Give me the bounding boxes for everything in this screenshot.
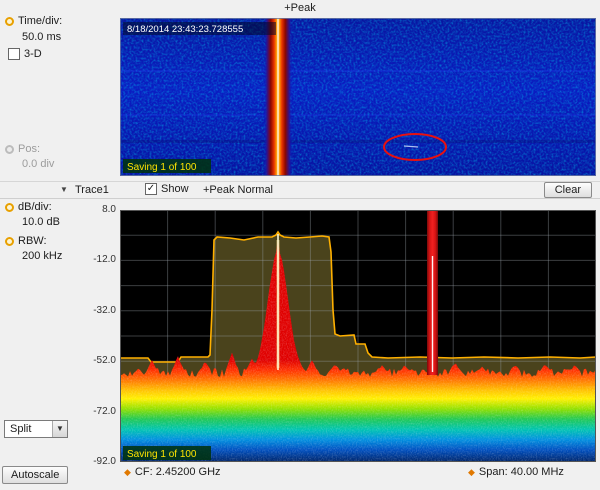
checkmark-icon: ✓ <box>147 183 155 194</box>
rbw-row: RBW: <box>5 235 47 247</box>
spectrogram-timestamp: 8/18/2014 23:43:23.728555 <box>127 24 243 35</box>
spectrum-saving-status: Saving 1 of 100 <box>127 449 197 460</box>
view-select-value: Split <box>5 423 31 435</box>
db-div-row: dB/div: <box>5 201 52 213</box>
time-div-label: Time/div: <box>18 15 62 27</box>
three-d-label: 3-D <box>24 48 42 60</box>
pos-row: Pos: <box>5 143 40 155</box>
pos-indicator-icon <box>5 145 14 154</box>
rbw-value[interactable]: 200 kHz <box>22 250 62 262</box>
autoscale-button[interactable]: Autoscale <box>2 466 68 484</box>
span-marker-icon: ◆ <box>468 467 475 478</box>
spectrogram-display[interactable]: 8/18/2014 23:43:23.728555 Saving 1 of 10… <box>120 18 596 176</box>
show-row[interactable]: ✓ Show <box>145 183 189 195</box>
show-label: Show <box>161 183 189 195</box>
three-d-checkbox[interactable] <box>8 48 20 60</box>
view-select[interactable]: Split ▼ <box>4 420 68 438</box>
clear-button[interactable]: Clear <box>544 182 592 198</box>
spectrogram-detection-label: +Peak <box>0 2 600 14</box>
spectrogram-saving-status: Saving 1 of 100 <box>127 162 197 173</box>
spectrogram-canvas: 8/18/2014 23:43:23.728555 Saving 1 of 10… <box>120 18 596 176</box>
y-tick-5: -92.0 <box>70 456 116 467</box>
trace-detection-label: +Peak Normal <box>203 184 273 196</box>
dropdown-arrow-icon: ▼ <box>52 421 67 437</box>
time-div-value[interactable]: 50.0 ms <box>22 31 61 43</box>
y-tick-0: 8.0 <box>70 204 116 215</box>
y-tick-3: -52.0 <box>70 355 116 366</box>
spectrogram-noise-texture <box>120 18 596 176</box>
y-tick-1: -12.0 <box>70 254 116 265</box>
db-div-value[interactable]: 10.0 dB <box>22 216 60 228</box>
three-d-row[interactable]: 3-D <box>8 48 42 60</box>
db-div-label: dB/div: <box>18 201 52 213</box>
trace-expander-icon[interactable]: ▼ <box>60 185 68 194</box>
spectrum-analyzer-app: +Peak Time/div: 50.0 ms 3-D Pos: 0.0 div <box>0 0 600 490</box>
spectrogram-signal-stripe <box>264 18 292 176</box>
cf-marker-icon: ◆ <box>124 467 131 478</box>
time-div-indicator-icon <box>5 17 14 26</box>
show-checkbox[interactable]: ✓ <box>145 183 157 195</box>
time-div-row: Time/div: <box>5 15 62 27</box>
trace-selector[interactable]: Trace1 <box>75 184 109 196</box>
rbw-indicator-icon <box>5 237 14 246</box>
span-value: Span: 40.00 MHz <box>479 466 564 478</box>
y-tick-4: -72.0 <box>70 406 116 417</box>
rbw-label: RBW: <box>18 235 47 247</box>
cf-readout[interactable]: ◆ CF: 2.45200 GHz <box>124 466 221 478</box>
pos-label: Pos: <box>18 143 40 155</box>
y-tick-2: -32.0 <box>70 305 116 316</box>
span-readout[interactable]: ◆ Span: 40.00 MHz <box>468 466 564 478</box>
cf-value: CF: 2.45200 GHz <box>135 466 221 478</box>
db-div-indicator-icon <box>5 203 14 212</box>
spectrum-display[interactable]: Saving 1 of 100 <box>120 210 596 462</box>
transient-signal-column <box>427 210 438 375</box>
spectrum-canvas: Saving 1 of 100 <box>120 210 596 462</box>
pos-value[interactable]: 0.0 div <box>22 158 54 170</box>
